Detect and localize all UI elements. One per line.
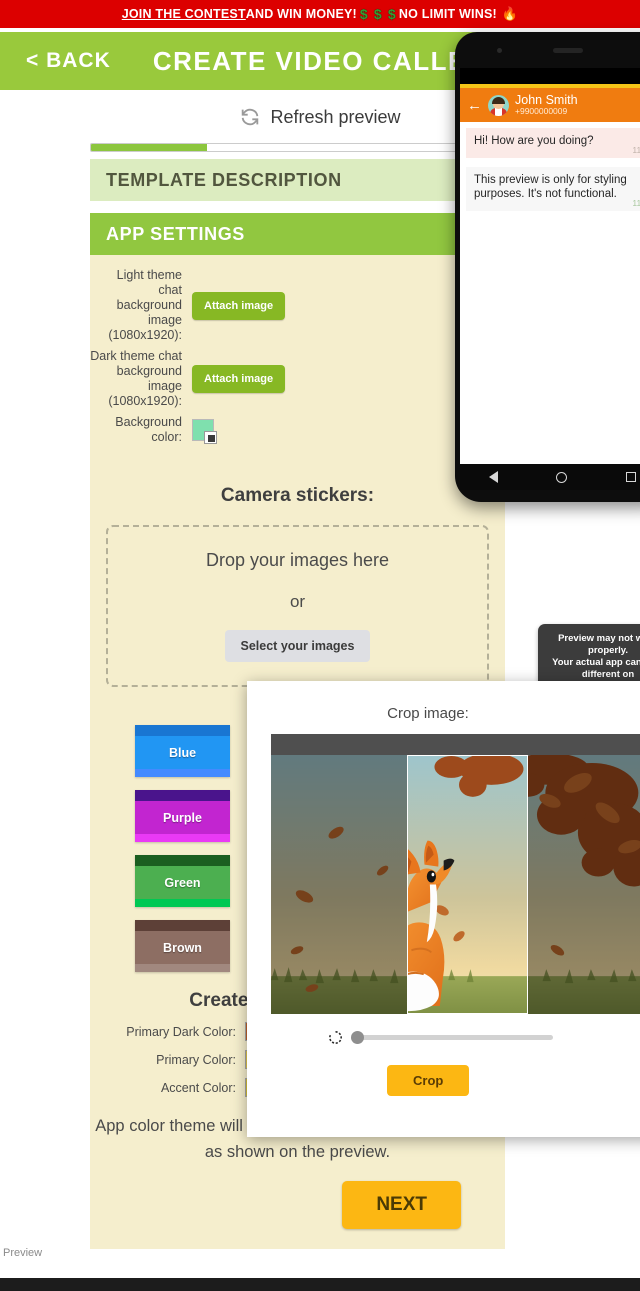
color-row-label: Primary Dark Color: xyxy=(126,1024,236,1039)
color-picker-icon xyxy=(208,435,215,442)
theme-label: Blue xyxy=(135,736,230,769)
dark-theme-bg-label: Dark theme chat background image (1080x1… xyxy=(90,349,182,408)
fire-icon: 🔥 xyxy=(501,6,519,21)
theme-label: Purple xyxy=(135,801,230,834)
rotation-slider[interactable] xyxy=(351,1031,553,1044)
chat-timestamp: 11:25 xyxy=(632,145,640,155)
join-contest-link[interactable]: JOIN THE CONTEST xyxy=(122,7,246,21)
rotate-icon[interactable] xyxy=(327,1029,344,1046)
promo-text: AND WIN MONEY! xyxy=(245,7,357,21)
promo-banner: JOIN THE CONTEST AND WIN MONEY! $ $ $ NO LI… xyxy=(0,0,640,30)
chat-text: Hi! How are you doing? xyxy=(474,135,594,147)
refresh-preview-label: Refresh preview xyxy=(270,106,401,127)
theme-label: Green xyxy=(135,866,230,899)
theme-button-blue[interactable]: Blue xyxy=(135,725,230,777)
camera-stickers-title: Camera stickers: xyxy=(220,485,375,506)
crop-button[interactable]: Crop xyxy=(387,1065,470,1096)
stickers-dropzone[interactable]: Drop your images here or Select your ima… xyxy=(106,525,489,687)
contact-number: +9900000009 xyxy=(515,106,568,117)
theme-accent-band xyxy=(135,964,230,972)
chat-message-list: Hi! How are you doing? 11:25 This preview … xyxy=(460,122,640,464)
theme-button-brown[interactable]: Brown xyxy=(135,920,230,972)
phone-status-bar xyxy=(460,68,640,84)
crop-dialog-title: Crop image: xyxy=(387,705,469,722)
background-color-label: Background color: xyxy=(115,415,182,444)
theme-button-purple[interactable]: Purple xyxy=(135,790,230,842)
home-circle-icon[interactable] xyxy=(556,471,568,483)
camera-icon xyxy=(497,48,502,53)
phone-top-bezel xyxy=(455,32,640,68)
dark-theme-bg-field: Dark theme chat background image (1080x1… xyxy=(90,349,505,409)
theme-dark-band xyxy=(135,855,230,866)
chat-text: This preview is only for styling purpose… xyxy=(474,174,627,200)
theme-dark-band xyxy=(135,725,230,736)
background-color-swatch[interactable] xyxy=(192,419,217,444)
recents-square-icon[interactable] xyxy=(625,472,636,482)
background-color-field: Background color: xyxy=(90,415,505,445)
section-template-description[interactable]: TEMPLATE DESCRIPTION xyxy=(90,159,505,201)
light-theme-bg-label: Light theme chat background image (1080x… xyxy=(108,268,182,342)
next-button[interactable]: NEXT xyxy=(342,1181,461,1229)
theme-dark-band xyxy=(135,790,230,801)
attach-image-button-light[interactable]: Attach image xyxy=(192,291,286,320)
contact-info: John Smith +9900000009 xyxy=(515,93,639,117)
app-screen: JOIN THE CONTEST AND WIN MONEY! $ $ $ NO LI… xyxy=(0,0,640,1291)
theme-button-green[interactable]: Green xyxy=(135,855,230,907)
rotation-slider-thumb[interactable] xyxy=(351,1031,364,1044)
crop-selection-frame[interactable] xyxy=(406,755,528,1014)
wizard-progress-fill xyxy=(91,144,207,151)
back-triangle-icon[interactable] xyxy=(489,471,499,483)
attach-image-button-dark[interactable]: Attach image xyxy=(192,365,286,393)
money-icon: $ xyxy=(373,6,382,22)
section-app-settings[interactable]: APP SETTINGS xyxy=(90,213,505,255)
select-images-button[interactable]: Select your images xyxy=(224,630,371,662)
dropzone-or-label: or xyxy=(289,592,306,611)
theme-accent-band xyxy=(135,899,230,907)
preview-label: Preview xyxy=(3,1247,43,1259)
phone-screen: ← John Smith +9900000009 Hi! How are you… xyxy=(460,68,640,464)
crop-stage[interactable] xyxy=(271,734,640,1014)
bottom-bar xyxy=(0,1278,640,1291)
tooltip-line-2: Your actual app can look different on xyxy=(552,657,640,680)
theme-label: Brown xyxy=(135,931,230,964)
color-row-label: Accent Color: xyxy=(160,1080,236,1095)
crop-controls-row xyxy=(247,1014,640,1046)
promo-tail-text: NO LIMIT WINS! xyxy=(398,7,497,21)
chat-back-icon[interactable]: ← xyxy=(467,98,482,113)
theme-accent-band xyxy=(135,834,230,842)
avatar xyxy=(488,94,509,116)
chat-app-bar: ← John Smith +9900000009 xyxy=(460,88,640,122)
theme-dark-band xyxy=(135,920,230,931)
android-nav-bar xyxy=(460,464,640,490)
back-button[interactable]: < BACK xyxy=(26,49,111,73)
crop-image-dialog: Crop image: Crop xyxy=(247,681,640,1137)
chat-timestamp: 11:30 xyxy=(632,198,640,208)
color-row-label: Primary Color: xyxy=(156,1052,236,1067)
phone-preview: ← John Smith +9900000009 Hi! How are you… xyxy=(455,32,640,502)
wizard-progress-bar xyxy=(90,143,505,152)
light-theme-bg-field: Light theme chat background image (1080x… xyxy=(90,268,505,343)
chat-bubble-in: Hi! How are you doing? 11:25 xyxy=(466,128,640,158)
chat-bubble-out: This preview is only for styling purpose… xyxy=(466,167,640,211)
tooltip-line-1: Preview may not work properly. xyxy=(558,633,640,656)
refresh-icon xyxy=(239,106,261,128)
money-icon: $ xyxy=(359,6,368,22)
money-icon: $ xyxy=(387,6,396,22)
theme-accent-band xyxy=(135,769,230,777)
dropzone-hint: Drop your images here xyxy=(205,550,390,570)
speaker-icon xyxy=(553,48,583,53)
